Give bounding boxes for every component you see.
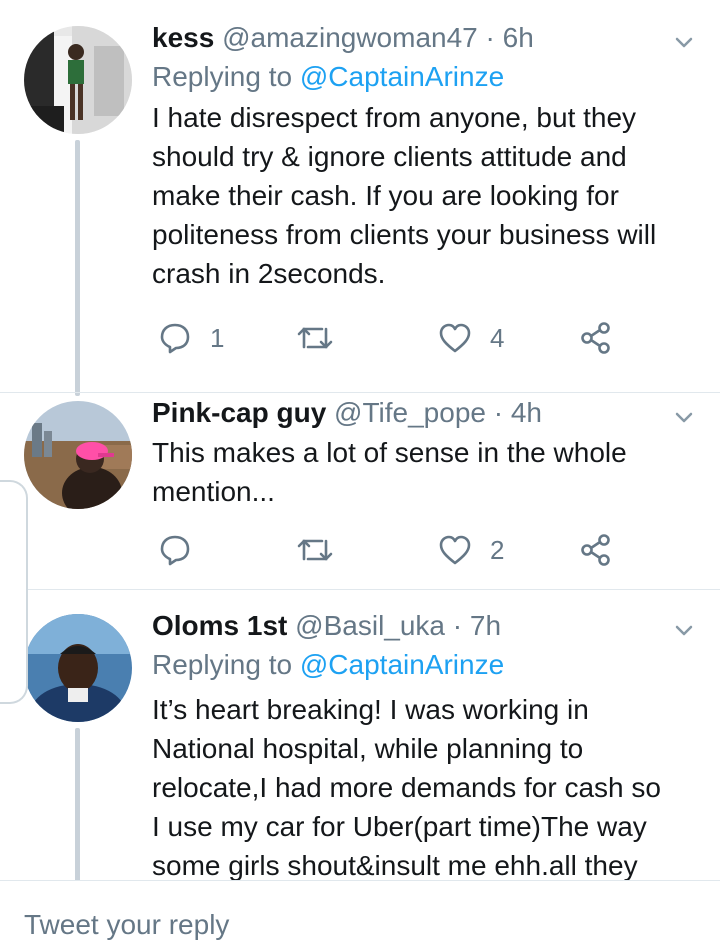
username[interactable]: @Basil_uka (295, 610, 445, 641)
tweet-text-line: It’s heart breaking! I was working in (152, 694, 589, 725)
reply-button[interactable]: 1 (158, 318, 224, 358)
username[interactable]: @Tife_pope (334, 397, 486, 428)
tweet-content: kess @amazingwoman47 · 6h Replying to @C… (152, 20, 696, 293)
tweet-text-line: This makes a lot of sense in the whole (152, 437, 627, 468)
timestamp[interactable]: 6h (503, 22, 534, 53)
avatar[interactable] (24, 401, 132, 509)
reply-button[interactable] (158, 530, 192, 570)
thread-line (75, 140, 80, 396)
like-button[interactable]: 4 (438, 318, 504, 358)
reply-icon (160, 323, 190, 354)
username[interactable]: @amazingwoman47 (222, 22, 478, 53)
tweet-actions: 1 4 (152, 318, 672, 358)
chevron-down-icon[interactable] (672, 405, 696, 429)
tweet-content: Oloms 1st @Basil_uka · 7h Replying to @C… (152, 608, 696, 880)
replying-prefix: Replying to (152, 61, 293, 92)
share-icon (581, 534, 610, 566)
tweet-text-line: crash in 2seconds. (152, 258, 386, 289)
tweet-header: Pink-cap guy @Tife_pope · 4h (152, 395, 696, 431)
like-count: 4 (490, 322, 505, 353)
replying-to: Replying to @CaptainArinze (152, 646, 696, 684)
display-name[interactable]: Oloms 1st (152, 610, 287, 641)
like-count: 2 (490, 534, 505, 565)
tweet-oloms-1st[interactable]: Oloms 1st @Basil_uka · 7h Replying to @C… (0, 590, 720, 880)
separator: · (493, 397, 504, 428)
display-name[interactable]: Pink-cap guy (152, 397, 326, 428)
tweet-text-line: mention... (152, 476, 275, 507)
thread-line (75, 728, 80, 880)
timestamp[interactable]: 4h (511, 397, 542, 428)
chevron-down-icon[interactable] (672, 30, 696, 54)
avatar[interactable] (24, 26, 132, 134)
tweet-text-line: should try & ignore clients attitude and (152, 141, 627, 172)
tweet-text: It’s heart breaking! I was working in Na… (152, 690, 696, 880)
replying-prefix: Replying to (152, 649, 293, 680)
tweet-text-line: some girls shout&insult me ehh.all they (152, 850, 638, 880)
share-icon (581, 322, 610, 354)
tweet-text-line: politeness from clients your business wi… (152, 219, 657, 250)
tweet-text: This makes a lot of sense in the whole m… (152, 433, 696, 511)
chevron-down-icon[interactable] (672, 618, 696, 642)
share-button[interactable] (580, 530, 612, 570)
timestamp[interactable]: 7h (470, 610, 501, 641)
like-button[interactable]: 2 (438, 530, 504, 570)
tweet-text-line: relocate,I had more demands for cash so (152, 772, 661, 803)
share-button[interactable] (580, 318, 612, 358)
tweet-text-line: National hospital, while planning to (152, 733, 584, 764)
tweet-text-line: make their cash. If you are looking for (152, 180, 619, 211)
tweet-text-line: I hate disrespect from anyone, but they (152, 102, 637, 133)
tweet-text-line: I use my car for Uber(part time)The way (152, 811, 647, 842)
reply-composer[interactable]: Tweet your reply (0, 880, 720, 941)
reply-input[interactable]: Tweet your reply (24, 909, 229, 941)
reply-icon (160, 535, 190, 566)
retweet-button[interactable] (296, 530, 334, 570)
heart-icon (439, 535, 471, 565)
mention-link[interactable]: @CaptainArinze (300, 61, 504, 92)
tweet-header: Oloms 1st @Basil_uka · 7h (152, 608, 696, 644)
mention-link[interactable]: @CaptainArinze (300, 649, 504, 680)
retweet-icon (297, 327, 333, 349)
avatar[interactable] (24, 614, 132, 722)
replying-to: Replying to @CaptainArinze (152, 58, 696, 96)
tweet-pink-cap-guy[interactable]: Pink-cap guy @Tife_pope · 4h This makes … (0, 393, 720, 589)
heart-icon (439, 323, 471, 353)
reply-count: 1 (210, 322, 225, 353)
display-name[interactable]: kess (152, 22, 214, 53)
retweet-icon (297, 539, 333, 561)
separator: · (485, 22, 495, 53)
tweet-actions: 2 (152, 530, 672, 570)
tweet-header: kess @amazingwoman47 · 6h (152, 20, 696, 56)
tweet-content: Pink-cap guy @Tife_pope · 4h This makes … (152, 395, 696, 511)
retweet-button[interactable] (296, 318, 334, 358)
tweet-text: I hate disrespect from anyone, but they … (152, 98, 696, 293)
side-handle[interactable] (0, 480, 28, 704)
tweet-kess[interactable]: kess @amazingwoman47 · 6h Replying to @C… (0, 0, 720, 396)
separator: · (452, 610, 463, 641)
